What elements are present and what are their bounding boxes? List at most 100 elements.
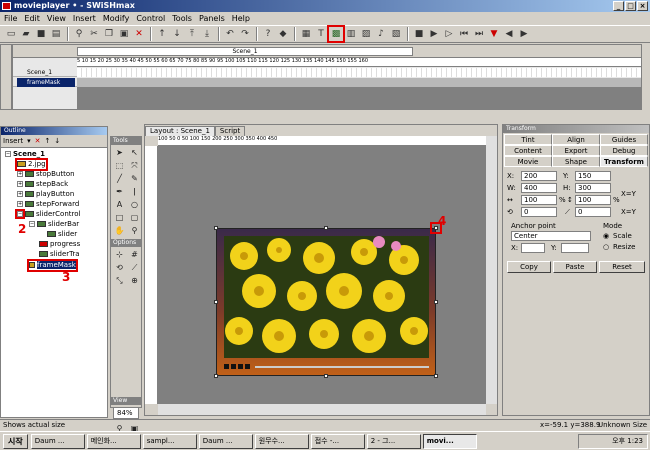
- scene-tab[interactable]: Scene_1: [77, 47, 413, 56]
- menu-file[interactable]: File: [4, 14, 17, 23]
- tree-item[interactable]: − sliderControl: [15, 209, 80, 219]
- forward-icon[interactable]: ▶: [517, 27, 531, 41]
- tree-item[interactable]: slider: [47, 230, 77, 239]
- copy-icon[interactable]: ❐: [102, 27, 116, 41]
- play-button-icon[interactable]: [238, 364, 243, 369]
- collapse-icon[interactable]: −: [29, 221, 35, 227]
- tab-align[interactable]: Align: [552, 134, 600, 145]
- rounded-rect-tool-icon[interactable]: ▢: [128, 212, 141, 224]
- bring-front-icon[interactable]: ⤒: [185, 27, 199, 41]
- timeline-row[interactable]: Scene_1: [13, 68, 641, 77]
- print-icon[interactable]: ▤: [49, 27, 63, 41]
- flower-image[interactable]: [224, 236, 429, 358]
- tab-transform[interactable]: Transform: [600, 156, 648, 167]
- subselect-tool-icon[interactable]: ↖: [128, 147, 141, 159]
- outline-insert-label[interactable]: Insert: [3, 137, 23, 145]
- anchor-icon[interactable]: ⊕: [128, 275, 141, 287]
- taskbar-item[interactable]: Daum ...: [30, 433, 85, 449]
- reset-button[interactable]: Reset: [599, 261, 645, 273]
- play-icon[interactable]: ▶: [427, 27, 441, 41]
- delete-icon[interactable]: ✕: [132, 27, 146, 41]
- tree-item[interactable]: + stepForward: [17, 200, 79, 209]
- expand-icon[interactable]: +: [17, 181, 23, 187]
- movie-frame[interactable]: [216, 228, 436, 376]
- arrow-down-icon[interactable]: ↓: [54, 137, 60, 145]
- new-icon[interactable]: ▭: [4, 27, 18, 41]
- rotate-field[interactable]: 0: [521, 207, 557, 217]
- selection-handle[interactable]: [214, 226, 218, 230]
- expand-icon[interactable]: +: [17, 191, 23, 197]
- transform-tool-icon[interactable]: ⤧: [128, 160, 141, 172]
- timeline-row[interactable]: frameMask: [13, 78, 641, 87]
- start-button[interactable]: 시작: [3, 433, 28, 449]
- slider-track[interactable]: [255, 365, 429, 368]
- x-field[interactable]: 200: [521, 171, 557, 181]
- zoom-tool-icon[interactable]: ⚲: [128, 225, 141, 237]
- tree-item[interactable]: progress: [39, 240, 80, 249]
- expand-icon[interactable]: +: [17, 171, 23, 177]
- tab-layout[interactable]: Layout : Scene_1: [145, 126, 215, 136]
- tab-shape[interactable]: Shape: [552, 156, 600, 167]
- menu-tools[interactable]: Tools: [172, 14, 192, 23]
- tree-item[interactable]: + playButton: [17, 190, 74, 199]
- tab-script[interactable]: Script: [214, 126, 246, 136]
- skew-icon[interactable]: ⟋: [128, 262, 141, 274]
- arrow-up-icon[interactable]: ↑: [44, 137, 50, 145]
- taskbar-item-active[interactable]: movi...: [422, 433, 477, 449]
- width-field[interactable]: 400: [521, 183, 557, 193]
- stop-icon[interactable]: ■: [412, 27, 426, 41]
- menu-insert[interactable]: Insert: [73, 14, 96, 23]
- move-down-icon[interactable]: ↓: [170, 27, 184, 41]
- tab-movie[interactable]: Movie: [504, 156, 552, 167]
- chevron-down-icon[interactable]: ▾: [27, 137, 31, 145]
- delete-icon[interactable]: ✕: [35, 137, 41, 145]
- move-up-icon[interactable]: ↑: [155, 27, 169, 41]
- close-button[interactable]: ×: [637, 1, 648, 11]
- step-back-icon[interactable]: ⏮: [457, 27, 471, 41]
- mode-scale-radio-icon[interactable]: ◉: [603, 231, 609, 241]
- send-back-icon[interactable]: ⤓: [200, 27, 214, 41]
- find-icon[interactable]: ⚲: [72, 27, 86, 41]
- step-fwd-icon[interactable]: ⏭: [472, 27, 486, 41]
- stage-canvas[interactable]: [158, 146, 486, 404]
- taskbar-item[interactable]: 메인화...: [86, 433, 141, 449]
- taskbar-item[interactable]: 접수 -...: [310, 433, 365, 449]
- tab-guides[interactable]: Guides: [600, 134, 648, 145]
- tab-content[interactable]: Content: [504, 145, 552, 156]
- hand-tool-icon[interactable]: ✋: [113, 225, 126, 237]
- tree-item[interactable]: + stepBack: [17, 180, 68, 189]
- step-back-button-icon[interactable]: [231, 364, 236, 369]
- scale-y-field[interactable]: 100: [575, 195, 611, 205]
- insert-scene-icon[interactable]: ▦: [299, 27, 313, 41]
- skew-field[interactable]: 0: [575, 207, 611, 217]
- help-icon[interactable]: ?: [261, 27, 275, 41]
- selection-handle[interactable]: [214, 374, 218, 378]
- selection-handle[interactable]: [324, 226, 328, 230]
- anchor-x-field[interactable]: [521, 243, 545, 253]
- taskbar-item[interactable]: 2 - 그...: [366, 433, 421, 449]
- brush-tool-icon[interactable]: ǀ: [128, 186, 141, 198]
- tree-item[interactable]: + stopButton: [17, 170, 75, 179]
- timeline-frames[interactable]: [77, 78, 641, 87]
- xy-link-checkbox[interactable]: X=Y: [621, 189, 636, 199]
- menu-help[interactable]: Help: [232, 14, 250, 23]
- insert-sound-icon[interactable]: ♪: [374, 27, 388, 41]
- menu-panels[interactable]: Panels: [199, 14, 225, 23]
- redo-icon[interactable]: ↷: [238, 27, 252, 41]
- pen-tool-icon[interactable]: ✒: [113, 186, 126, 198]
- selection-handle[interactable]: [324, 374, 328, 378]
- tree-item-framemask[interactable]: frameMask: [27, 259, 78, 272]
- menu-control[interactable]: Control: [136, 14, 165, 23]
- tab-tint[interactable]: Tint: [504, 134, 552, 145]
- tree-item[interactable]: sliderTra: [39, 250, 80, 259]
- stop-button-icon[interactable]: [224, 364, 229, 369]
- zoom-select[interactable]: 84%: [113, 407, 139, 419]
- cut-icon[interactable]: ✂: [87, 27, 101, 41]
- grid-icon[interactable]: #: [128, 249, 141, 261]
- paste-button[interactable]: Paste: [553, 261, 597, 273]
- insert-sprite-icon[interactable]: ▨: [359, 27, 373, 41]
- step-forward-button-icon[interactable]: [245, 364, 250, 369]
- ellipse-tool-icon[interactable]: ○: [128, 199, 141, 211]
- mode-resize-radio-icon[interactable]: ○: [603, 242, 609, 252]
- expand-icon[interactable]: +: [17, 201, 23, 207]
